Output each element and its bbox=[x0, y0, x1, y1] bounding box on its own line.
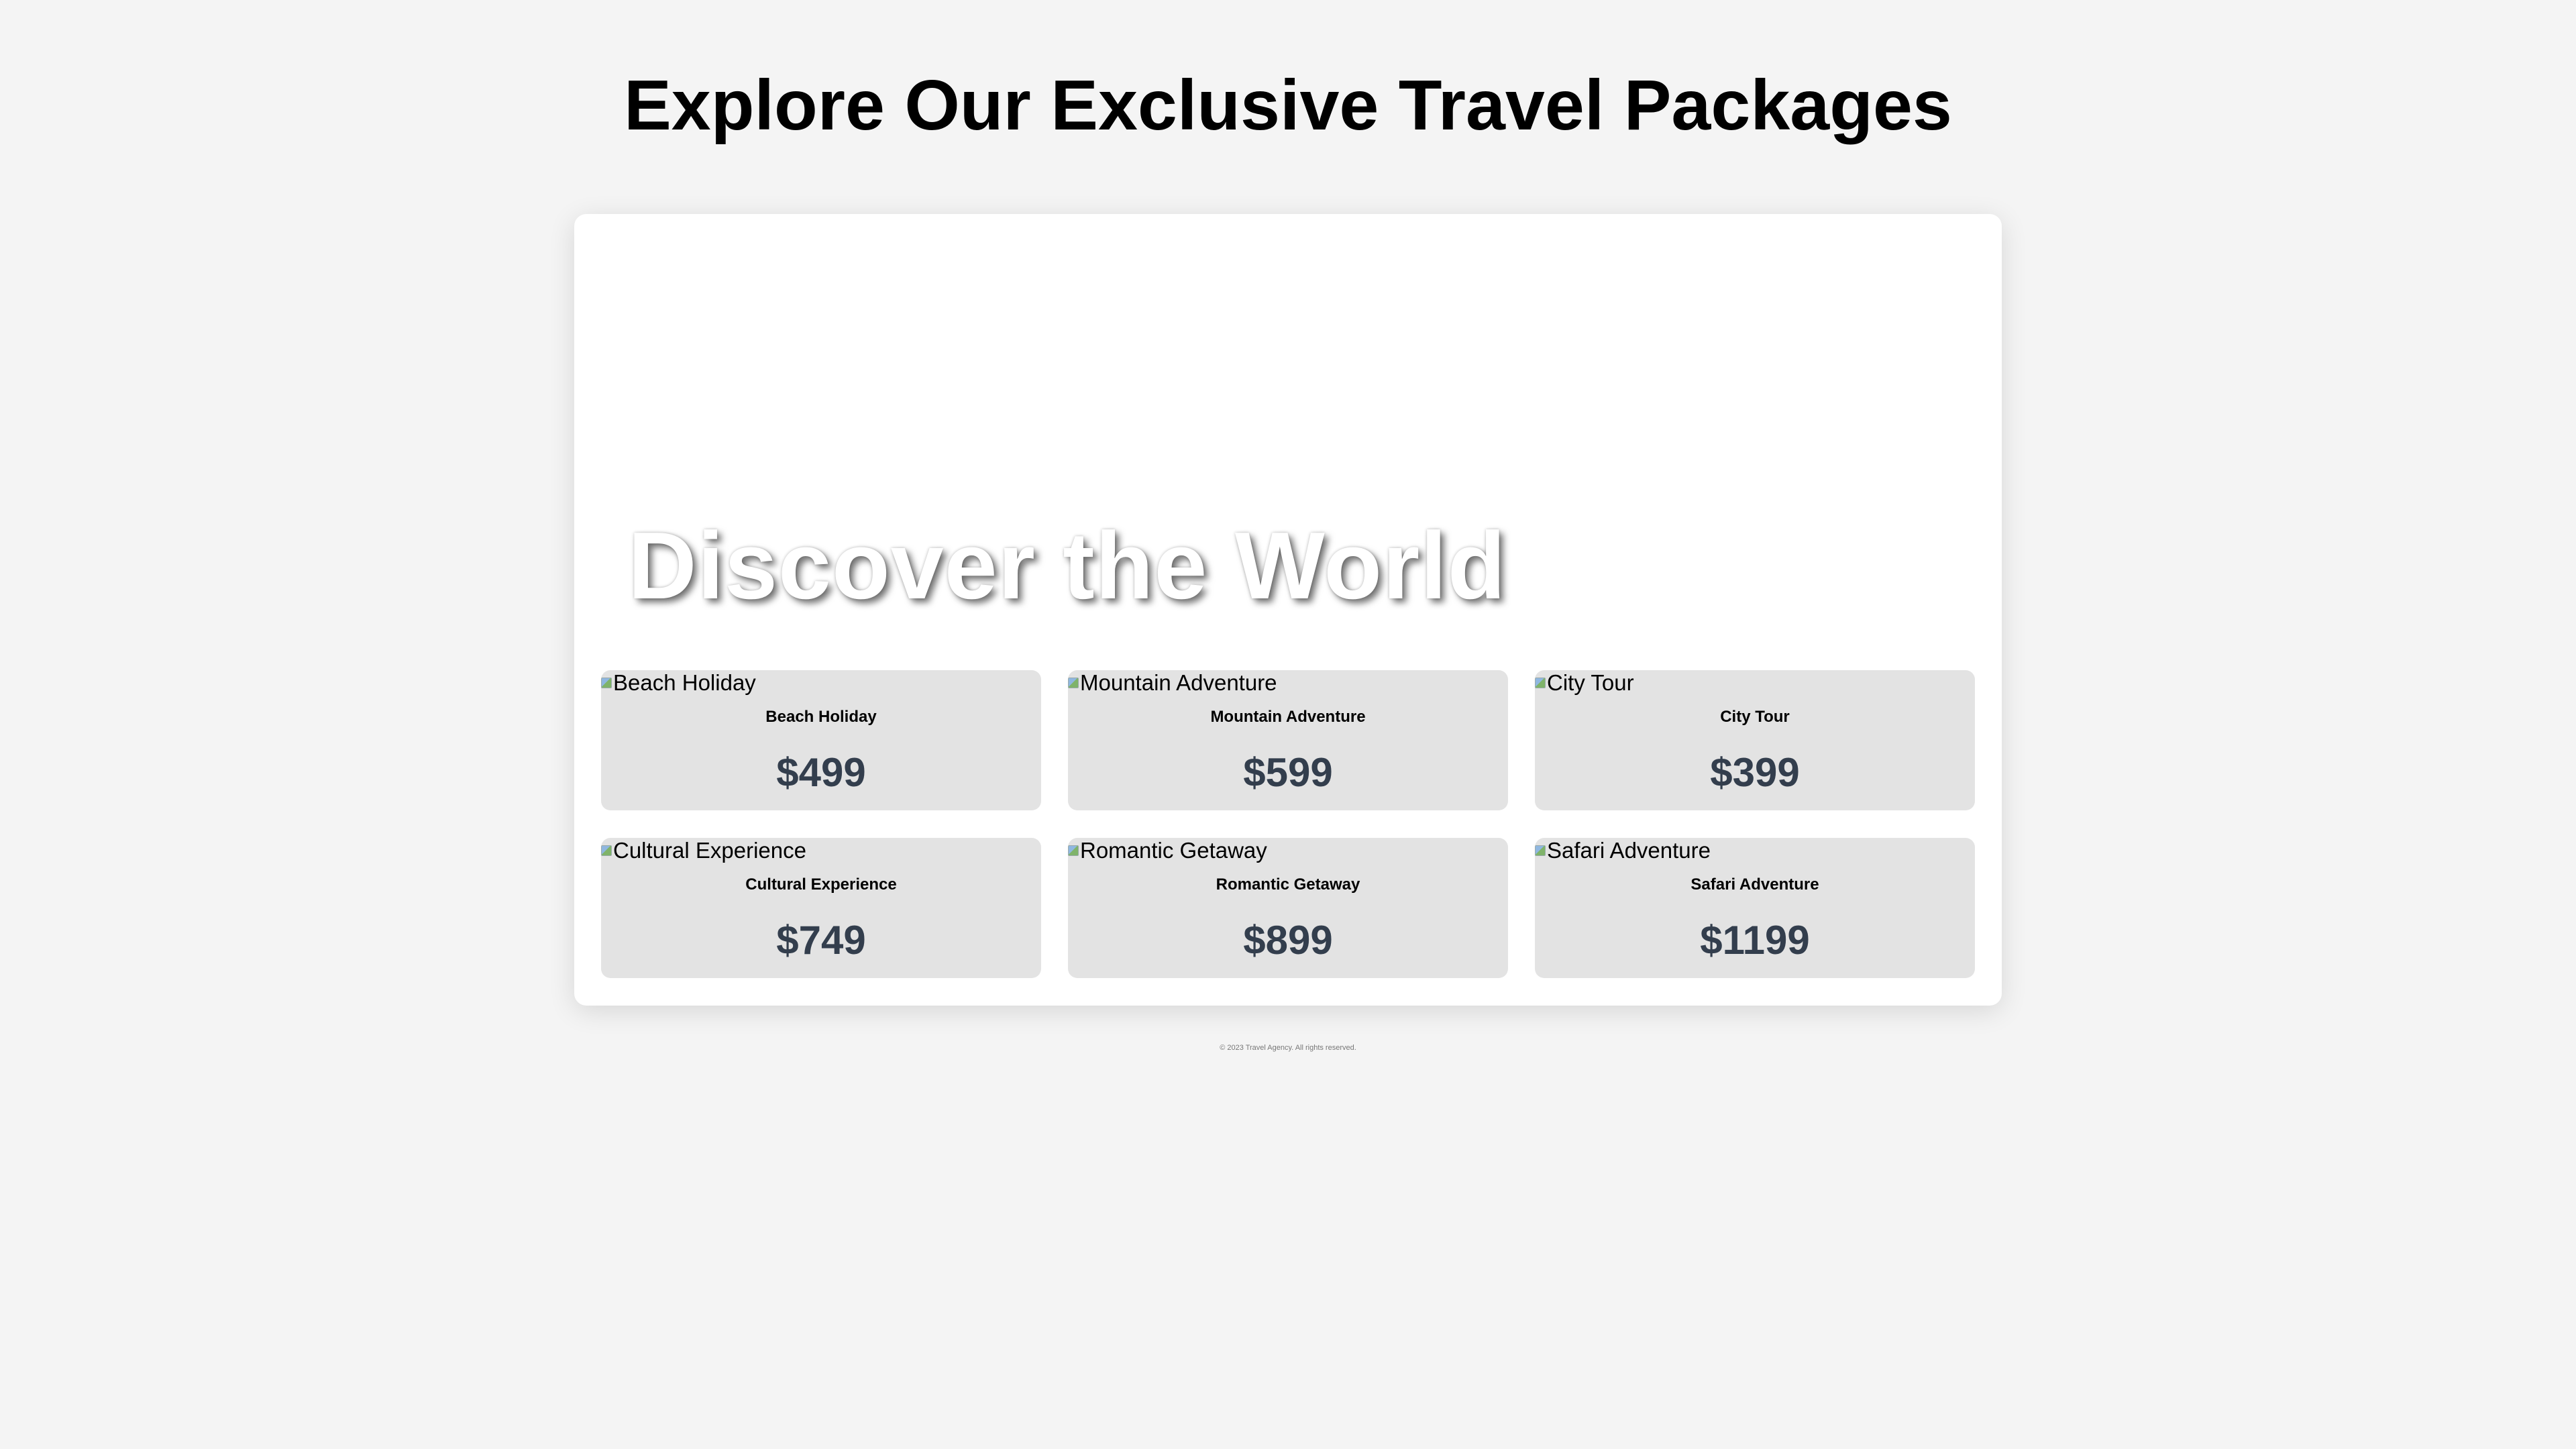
broken-image-icon bbox=[1535, 678, 1546, 688]
package-image: Safari Adventure bbox=[1535, 838, 1711, 863]
package-name: Beach Holiday bbox=[765, 708, 877, 726]
package-image-alt: Romantic Getaway bbox=[1080, 838, 1267, 863]
package-card-city-tour[interactable]: City Tour City Tour $399 bbox=[1535, 670, 1975, 810]
package-image: Cultural Experience bbox=[601, 838, 806, 863]
package-image-alt: Cultural Experience bbox=[613, 838, 806, 863]
package-price: $499 bbox=[776, 750, 866, 795]
package-name: Romantic Getaway bbox=[1216, 875, 1360, 894]
package-image-alt: Safari Adventure bbox=[1547, 838, 1711, 863]
package-image-alt: Beach Holiday bbox=[613, 670, 756, 695]
broken-image-icon bbox=[1068, 678, 1079, 688]
broken-image-icon bbox=[601, 678, 612, 688]
package-price: $749 bbox=[776, 918, 866, 963]
package-price: $1199 bbox=[1700, 918, 1810, 963]
package-name: City Tour bbox=[1720, 708, 1790, 726]
package-image: Mountain Adventure bbox=[1068, 670, 1277, 696]
package-image: Romantic Getaway bbox=[1068, 838, 1267, 863]
package-price: $399 bbox=[1710, 750, 1800, 795]
packages-container: Discover the World Beach Holiday Beach H… bbox=[574, 214, 2002, 1006]
broken-image-icon bbox=[601, 845, 612, 856]
page-title: Explore Our Exclusive Travel Packages bbox=[624, 66, 1952, 145]
package-name: Cultural Experience bbox=[745, 875, 897, 894]
package-image-alt: City Tour bbox=[1547, 670, 1634, 695]
package-price: $599 bbox=[1243, 750, 1333, 795]
package-card-cultural-experience[interactable]: Cultural Experience Cultural Experience … bbox=[601, 838, 1041, 978]
package-card-mountain-adventure[interactable]: Mountain Adventure Mountain Adventure $5… bbox=[1068, 670, 1508, 810]
package-name: Mountain Adventure bbox=[1210, 708, 1366, 726]
package-card-romantic-getaway[interactable]: Romantic Getaway Romantic Getaway $899 bbox=[1068, 838, 1508, 978]
broken-image-icon bbox=[1068, 845, 1079, 856]
hero-title: Discover the World bbox=[628, 513, 1507, 619]
footer-copyright: © 2023 Travel Agency. All rights reserve… bbox=[1220, 1044, 1356, 1052]
hero-banner: Discover the World bbox=[574, 214, 2002, 630]
package-name: Safari Adventure bbox=[1690, 875, 1819, 894]
package-card-safari-adventure[interactable]: Safari Adventure Safari Adventure $1199 bbox=[1535, 838, 1975, 978]
package-card-beach-holiday[interactable]: Beach Holiday Beach Holiday $499 bbox=[601, 670, 1041, 810]
package-image-alt: Mountain Adventure bbox=[1080, 670, 1277, 695]
package-image: City Tour bbox=[1535, 670, 1634, 696]
package-price: $899 bbox=[1243, 918, 1333, 963]
package-image: Beach Holiday bbox=[601, 670, 756, 696]
broken-image-icon bbox=[1535, 845, 1546, 856]
